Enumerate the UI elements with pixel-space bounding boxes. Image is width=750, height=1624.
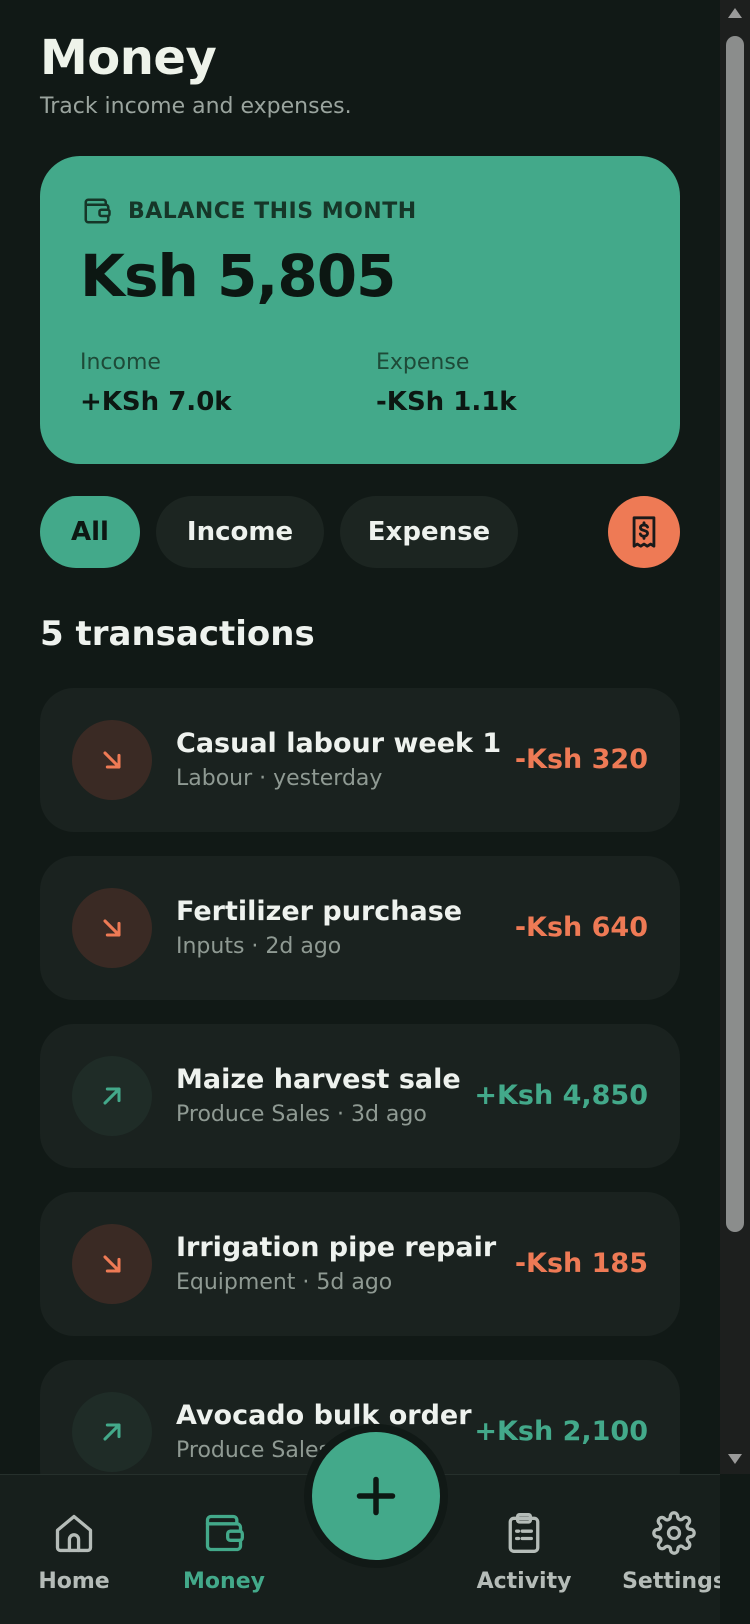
transactions-count: 5 transactions <box>40 614 315 654</box>
filter-all-chip[interactable]: All <box>40 496 140 568</box>
page-subtitle: Track income and expenses. <box>40 94 352 119</box>
wallet-icon <box>84 198 111 224</box>
home-icon <box>55 1514 93 1553</box>
transaction-type-icon <box>72 1224 152 1304</box>
transaction-title: Irrigation pipe repair <box>176 1232 497 1263</box>
page-title: Money <box>40 30 217 86</box>
balance-label-row: BALANCE THIS MONTH <box>82 196 417 226</box>
transaction-amount: -Ksh 640 <box>514 912 648 943</box>
balance-card: BALANCE THIS MONTH Ksh 5,805 Income +KSh… <box>40 156 680 464</box>
income-stat: Income +KSh 7.0k <box>80 350 232 417</box>
transaction-type-icon <box>72 888 152 968</box>
receipt-button[interactable] <box>608 496 680 568</box>
transaction-meta: Produce Sales <box>176 1438 330 1463</box>
arrow-up-right-icon <box>103 1423 121 1441</box>
arrow-down-right-icon <box>103 1255 121 1273</box>
scroll-down-arrow-icon[interactable] <box>728 1454 742 1464</box>
scroll-up-arrow-icon[interactable] <box>728 8 742 18</box>
arrow-up-right-icon <box>103 1087 121 1105</box>
transaction-title: Maize harvest sale <box>176 1064 461 1095</box>
transaction-card[interactable]: Fertilizer purchase Inputs · 2d ago -Ksh… <box>40 856 680 1000</box>
expense-stat: Expense -KSh 1.1k <box>376 350 517 417</box>
transaction-type-icon <box>72 1392 152 1472</box>
nav-settings-label: Settings <box>622 1569 720 1594</box>
nav-money-label: Money <box>183 1569 265 1594</box>
gear-icon <box>652 1511 696 1555</box>
nav-home-label: Home <box>38 1569 110 1594</box>
transaction-amount: +Ksh 4,850 <box>474 1080 648 1111</box>
money-screen: Money Track income and expenses. BALANCE… <box>0 0 720 1624</box>
clipboard-icon <box>508 1513 540 1553</box>
income-value: +KSh 7.0k <box>80 387 232 417</box>
plus-icon <box>356 1476 396 1516</box>
transaction-type-icon <box>72 720 152 800</box>
nav-activity[interactable]: Activity <box>464 1511 584 1594</box>
scrollbar[interactable] <box>720 0 750 1474</box>
transaction-list: Casual labour week 1 Labour · yesterday … <box>40 688 680 1528</box>
arrow-down-right-icon <box>103 751 121 769</box>
balance-label: BALANCE THIS MONTH <box>128 198 417 224</box>
balance-amount: Ksh 5,805 <box>80 242 396 310</box>
add-transaction-button[interactable] <box>312 1432 440 1560</box>
wallet-icon <box>205 1514 244 1552</box>
transaction-card[interactable]: Irrigation pipe repair Equipment · 5d ag… <box>40 1192 680 1336</box>
filter-income-chip[interactable]: Income <box>156 496 324 568</box>
income-label: Income <box>80 350 161 375</box>
transaction-meta: Equipment · 5d ago <box>176 1270 393 1295</box>
nav-settings[interactable]: Settings <box>614 1511 720 1594</box>
nav-money[interactable]: Money <box>164 1511 284 1594</box>
filter-row: All Income Expense <box>40 496 680 568</box>
transaction-title: Casual labour week 1 <box>176 728 502 759</box>
nav-activity-label: Activity <box>476 1569 572 1594</box>
expense-label: Expense <box>376 350 470 375</box>
receipt-icon <box>632 516 656 548</box>
transaction-meta: Labour · yesterday <box>176 766 383 791</box>
filter-expense-chip[interactable]: Expense <box>340 496 518 568</box>
nav-home[interactable]: Home <box>14 1511 134 1594</box>
arrow-down-right-icon <box>103 919 121 937</box>
transaction-card[interactable]: Maize harvest sale Produce Sales · 3d ag… <box>40 1024 680 1168</box>
transaction-card[interactable]: Casual labour week 1 Labour · yesterday … <box>40 688 680 832</box>
transaction-amount: -Ksh 320 <box>514 744 648 775</box>
transaction-type-icon <box>72 1056 152 1136</box>
transaction-title: Avocado bulk order <box>176 1400 472 1431</box>
transaction-amount: +Ksh 2,100 <box>474 1416 648 1447</box>
transaction-meta: Inputs · 2d ago <box>176 934 342 959</box>
expense-value: -KSh 1.1k <box>376 387 517 417</box>
transaction-amount: -Ksh 185 <box>514 1248 648 1279</box>
transaction-title: Fertilizer purchase <box>176 896 463 927</box>
scroll-thumb[interactable] <box>726 36 744 1232</box>
transaction-meta: Produce Sales · 3d ago <box>176 1102 427 1127</box>
